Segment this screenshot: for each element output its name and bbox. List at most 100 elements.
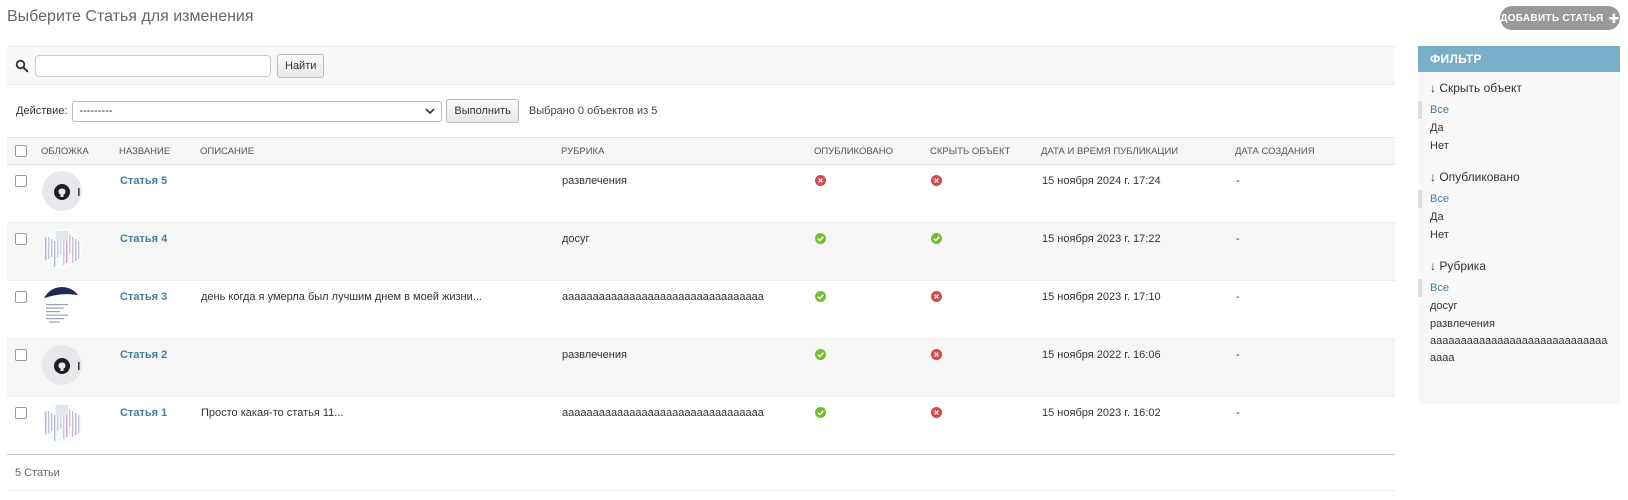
published-cell [814,396,930,455]
pub-datetime-text: 15 ноября 2023 г. 16:02 [1042,407,1161,419]
filter-group-title: ↓ Опубликовано [1430,170,1520,184]
category-cell: развлечения [561,338,814,397]
filter-option[interactable]: ааааааааааааааааааааааааааааааааа [1418,333,1620,367]
add-article-button[interactable]: ДОБАВИТЬ СТАТЬЯ ✚ [1500,6,1620,30]
description-cell [200,338,561,397]
cover-thumbnail[interactable] [42,229,82,269]
created-cell: - [1235,280,1395,339]
filter-panel: ФИЛЬТР ↓ Скрыть объект Все Да Нет ↓ Опублико… [1418,46,1620,404]
github-icon [42,345,82,385]
no-icon [931,349,942,360]
created-cell: - [1235,222,1395,281]
search-icon [15,59,29,72]
no-icon [931,291,942,302]
description-cell: Просто какая-то статья 11... [200,396,561,455]
hidden-cell [930,164,1041,223]
row-checkbox[interactable] [15,291,27,303]
description-cell [200,164,561,223]
description-cell [200,222,561,281]
action-select-value: --------- [79,105,113,117]
category-text: досуг [562,233,590,245]
cover-cell [41,338,119,397]
select-all-checkbox[interactable] [15,145,27,157]
category-cell: досуг [561,222,814,281]
article-link[interactable]: Статья 2 [120,349,167,361]
column-description[interactable]: ОПИСАНИЕ [200,137,561,165]
name-cell: Статья 3 [119,280,200,339]
created-cell: - [1235,338,1395,397]
created-text: - [1236,233,1240,245]
created-cell: - [1235,164,1395,223]
column-name[interactable]: НАЗВАНИЕ [119,137,200,165]
cover-cell [41,222,119,281]
filter-option[interactable]: Нет [1418,137,1620,155]
yes-icon [815,349,826,360]
filter-options: Все досуг развлечения ааааааааааааааааааааа… [1418,279,1620,373]
chevron-down-icon [425,108,435,115]
category-text: развлечения [562,349,627,361]
column-category[interactable]: РУБРИКА [561,137,814,165]
filter-option[interactable]: Все [1418,101,1620,119]
table-row: Статья 2 развлечения 15 ноября 2022 г. 16:… [7,338,1395,397]
column-created[interactable]: ДАТА СОЗДАНИЯ [1235,137,1395,165]
filter-option[interactable]: досуг [1418,297,1620,315]
category-text: ааааааааааааааааааааааааааааааааа [562,407,764,419]
article-link[interactable]: Статья 1 [120,407,167,419]
filter-option[interactable]: Нет [1418,226,1620,244]
published-cell [814,164,930,223]
cover-thumbnail[interactable] [42,171,82,211]
name-cell: Статья 5 [119,164,200,223]
column-published[interactable]: ОПУБЛИКОВАНО [814,137,930,165]
chart-image-icon [42,403,82,443]
filter-option[interactable]: Да [1418,208,1620,226]
filter-option[interactable]: Все [1418,279,1620,297]
hidden-cell [930,396,1041,455]
row-checkbox[interactable] [15,407,27,419]
search-bar: Найти [7,46,1395,85]
name-cell: Статья 4 [119,222,200,281]
action-select[interactable]: --------- [72,100,443,122]
category-cell: ааааааааааааааааааааааааааааааааа [561,280,814,339]
article-link[interactable]: Статья 3 [120,291,167,303]
created-cell: - [1235,396,1395,455]
published-cell [814,280,930,339]
no-icon [931,407,942,418]
chart-image-icon [42,229,82,269]
row-checkbox[interactable] [15,233,27,245]
pub-datetime-cell: 15 ноября 2023 г. 16:02 [1041,396,1235,455]
created-text: - [1236,291,1240,303]
filter-option[interactable]: Да [1418,119,1620,137]
run-action-button[interactable]: Выполнить [446,99,519,123]
column-cover[interactable]: ОБЛОЖКА [41,137,119,165]
filter-option[interactable]: Все [1418,190,1620,208]
paginator: 5 Статьи [7,455,1395,491]
category-cell: развлечения [561,164,814,223]
results-table: ОБЛОЖКА НАЗВАНИЕ ОПИСАНИЕ РУБРИКА ОПУБЛИ… [7,137,1395,455]
pub-datetime-cell: 15 ноября 2023 г. 17:22 [1041,222,1235,281]
column-pub-datetime[interactable]: ДАТА И ВРЕМЯ ПУБЛИКАЦИИ [1041,137,1235,165]
pub-datetime-text: 15 ноября 2023 г. 17:22 [1042,233,1161,245]
article-link[interactable]: Статья 4 [120,233,167,245]
search-button[interactable]: Найти [277,53,325,78]
category-text: ааааааааааааааааааааааааааааааааа [562,291,764,303]
document-image-icon [42,287,82,327]
filter-title: ФИЛЬТР [1418,46,1620,72]
article-link[interactable]: Статья 5 [120,175,167,187]
column-hidden[interactable]: СКРЫТЬ ОБЪЕКТ [930,137,1041,165]
category-cell: ааааааааааааааааааааааааааааааааа [561,396,814,455]
filter-group-title: ↓ Скрыть объект [1430,81,1522,95]
name-cell: Статья 2 [119,338,200,397]
cover-thumbnail[interactable] [42,403,82,443]
cover-thumbnail[interactable] [42,345,82,385]
selection-counter: Выбрано 0 объектов из 5 [528,105,658,117]
cover-thumbnail[interactable] [42,287,82,327]
filter-option[interactable]: развлечения [1418,315,1620,333]
filter-group: ↓ Скрыть объект Все Да Нет [1418,72,1620,161]
cover-cell [41,164,119,223]
row-checkbox[interactable] [15,349,27,361]
row-select-cell [7,280,41,339]
row-checkbox[interactable] [15,175,27,187]
search-input[interactable] [35,54,271,77]
category-text: развлечения [562,175,627,187]
page-title: Выберите Статья для изменения [7,8,254,25]
